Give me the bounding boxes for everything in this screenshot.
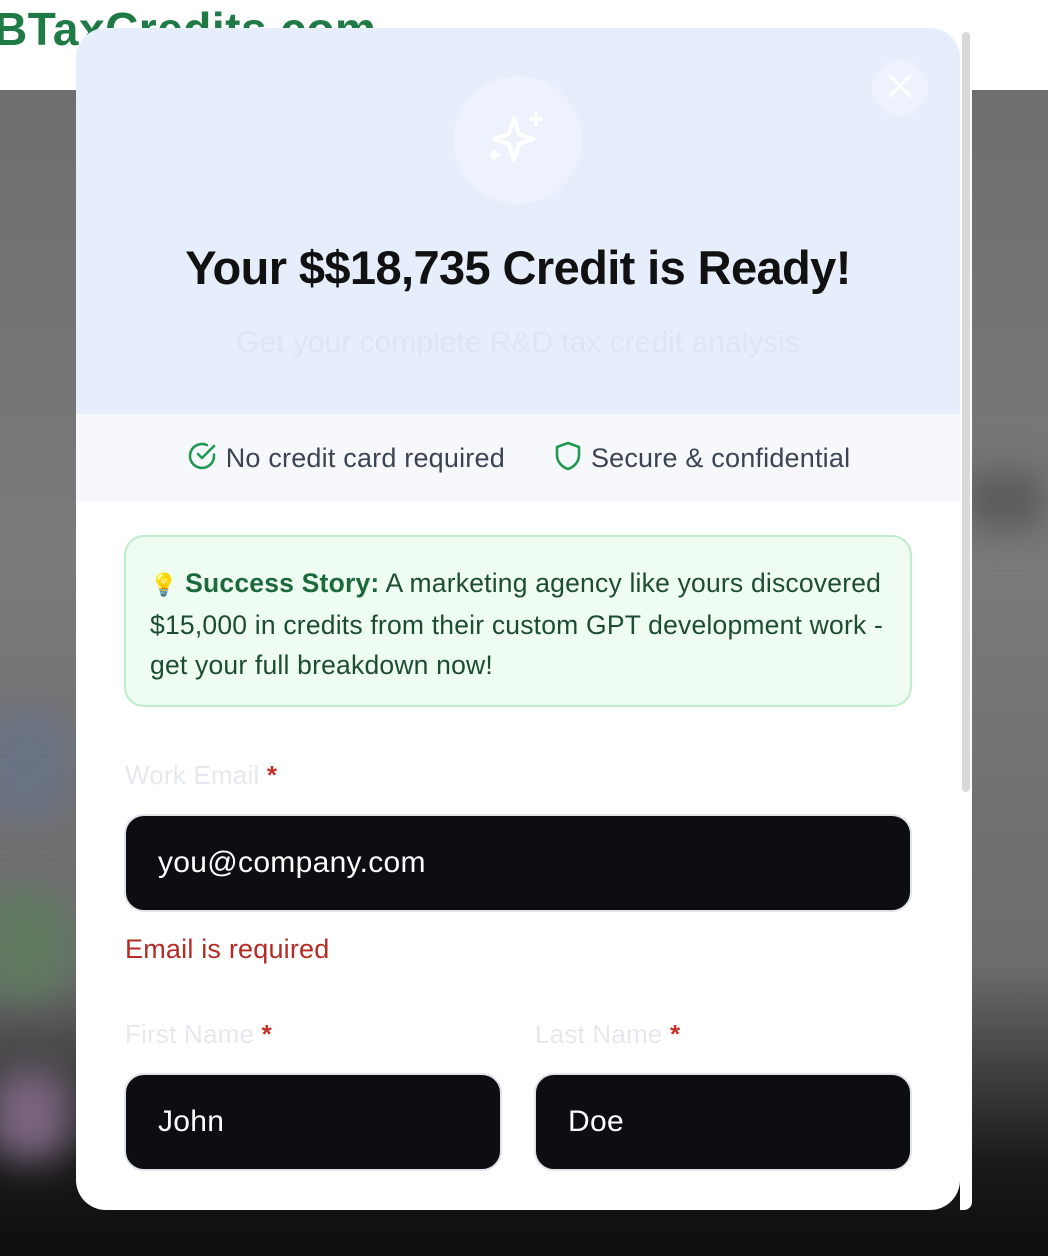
background-blur bbox=[0, 890, 70, 1000]
close-button[interactable] bbox=[872, 60, 928, 116]
background-blur bbox=[0, 710, 70, 820]
last-name-label: Last Name * bbox=[535, 1019, 680, 1050]
first-name-label-text: First Name bbox=[125, 1019, 255, 1049]
modal-scrollbar[interactable] bbox=[960, 28, 972, 1210]
lightbulb-icon: 💡 bbox=[150, 572, 178, 597]
modal-title: Your $$18,735 Credit is Ready! bbox=[185, 241, 851, 294]
trust-bar: No credit card required Secure & confide… bbox=[76, 414, 960, 502]
trust-item-secure: Secure & confidential bbox=[553, 440, 850, 477]
last-name-label-text: Last Name bbox=[535, 1019, 663, 1049]
email-field[interactable] bbox=[124, 814, 912, 912]
required-asterisk: * bbox=[266, 760, 278, 790]
success-story-callout: 💡 Success Story: A marketing agency like… bbox=[124, 535, 912, 707]
email-error-message: Email is required bbox=[125, 934, 330, 964]
modal-hero: Your $$18,735 Credit is Ready! Get your … bbox=[76, 28, 960, 414]
scrollbar-thumb[interactable] bbox=[962, 32, 970, 792]
required-asterisk: * bbox=[669, 1019, 681, 1049]
background-blur bbox=[960, 470, 1048, 530]
required-asterisk: * bbox=[261, 1019, 272, 1049]
first-name-field[interactable] bbox=[124, 1073, 502, 1171]
email-label-text: Work Email bbox=[125, 760, 260, 790]
shield-icon bbox=[553, 440, 583, 477]
trust-item-no-credit-card: No credit card required bbox=[186, 440, 505, 477]
background-blur bbox=[0, 1070, 70, 1160]
modal-subtitle: Get your complete R&D tax credit analysi… bbox=[236, 326, 800, 359]
close-icon bbox=[887, 73, 913, 104]
trust-label: No credit card required bbox=[225, 442, 505, 473]
last-name-field[interactable] bbox=[534, 1073, 912, 1171]
email-label: Work Email * bbox=[125, 760, 277, 791]
trust-label: Secure & confidential bbox=[590, 442, 851, 473]
first-name-label: First Name * bbox=[125, 1019, 272, 1050]
credit-modal: Your $$18,735 Credit is Ready! Get your … bbox=[76, 28, 960, 1210]
sparkles-icon bbox=[454, 76, 582, 204]
check-circle-icon bbox=[186, 440, 218, 477]
success-story-heading: Success Story: bbox=[185, 568, 380, 598]
